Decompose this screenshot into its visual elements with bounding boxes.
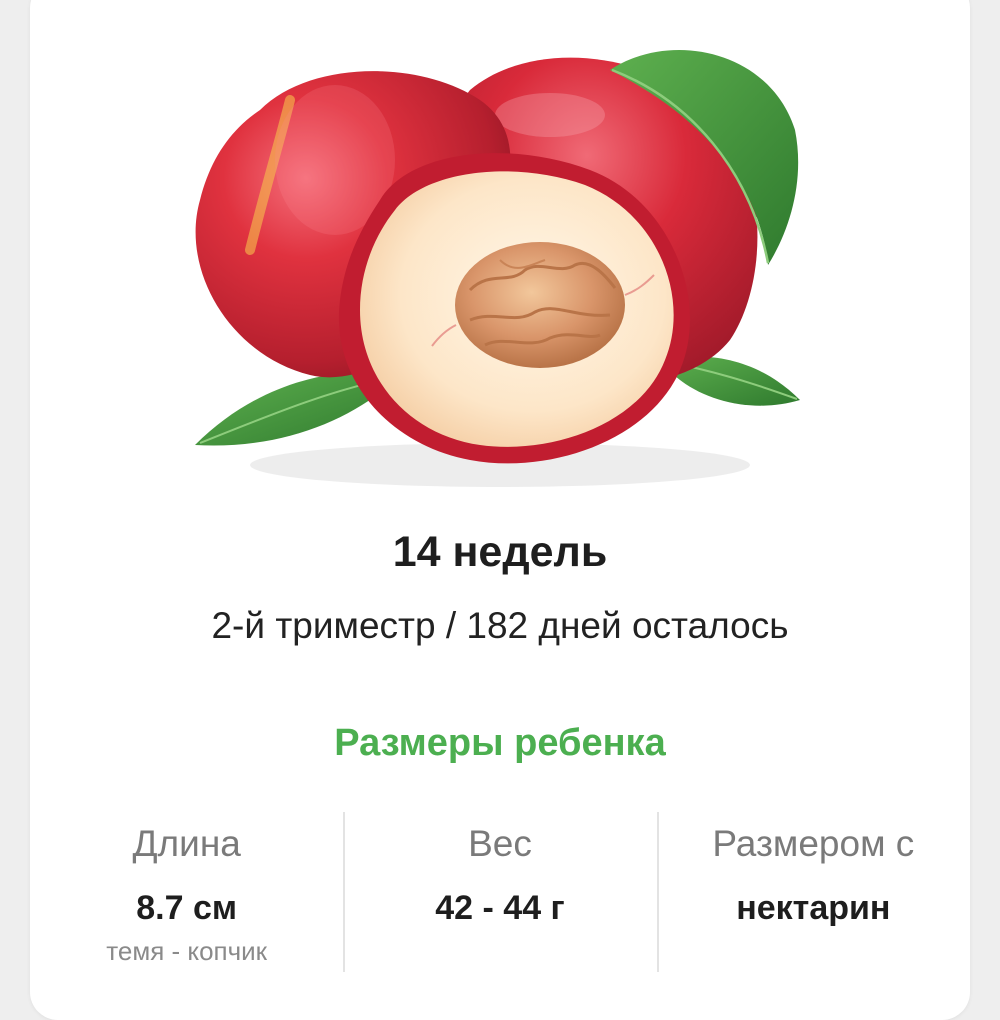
stat-label: Длина [132, 823, 241, 864]
stat-label: Вес [468, 823, 532, 864]
stat-weight: Вес 42 - 44 г [343, 812, 656, 972]
stat-value: 8.7 см [136, 889, 238, 927]
baby-size-heading: Размеры ребенка [334, 722, 666, 764]
stat-label: Размером с [712, 823, 915, 864]
nectarine-illustration [195, 50, 800, 487]
pit [455, 242, 625, 368]
stat-length: Длина 8.7 см темя - копчик [30, 812, 343, 972]
stat-size-comparison: Размером с нектарин [656, 812, 970, 972]
week-title: 14 недель [392, 528, 608, 576]
stat-value: нектарин [736, 889, 891, 927]
stat-note: темя - копчик [106, 936, 268, 966]
stat-value: 42 - 44 г [435, 889, 565, 927]
trimester-subtitle: 2-й триместр / 182 дней осталось [211, 605, 789, 646]
baby-size-stats: Длина 8.7 см темя - копчик Вес 42 - 44 г… [30, 812, 970, 972]
